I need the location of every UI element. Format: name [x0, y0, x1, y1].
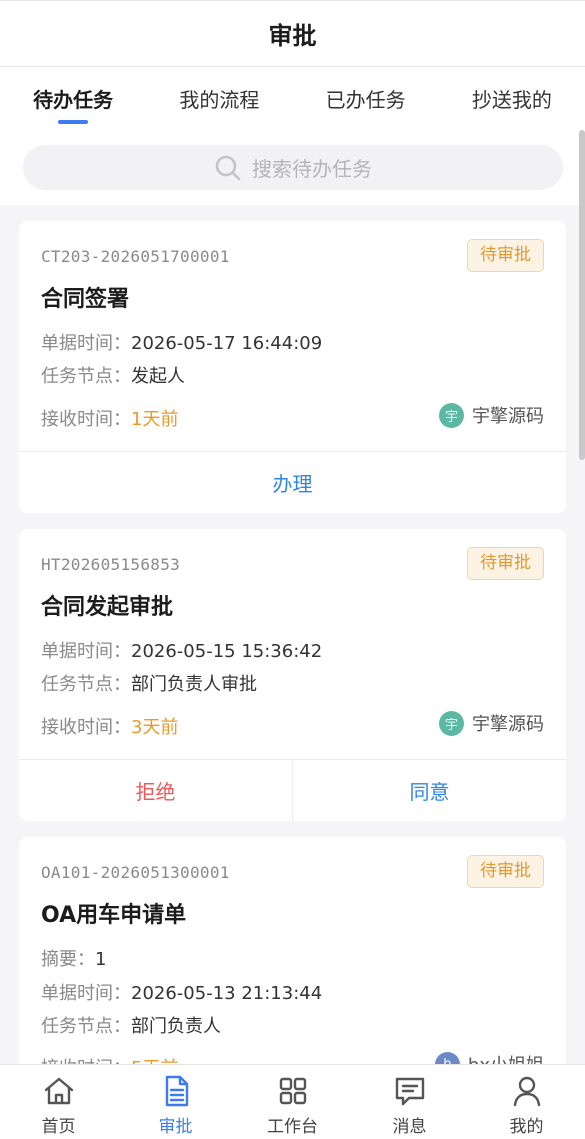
task-card[interactable]: OA101-2026051300001 待审批 OA用车申请单 摘要：1 单据时…	[19, 837, 566, 1097]
search-area: 搜索待办任务	[0, 129, 585, 205]
field-row: 摘要：1	[41, 945, 106, 971]
field-label: 任务节点：	[41, 674, 131, 695]
tab-my-processes[interactable]: 我的流程	[173, 67, 265, 129]
task-user: 宇 宇擎源码	[439, 402, 544, 428]
handle-button[interactable]: 办理	[19, 452, 566, 513]
page-title: 审批	[268, 22, 317, 50]
received-time-row: 接收时间：3天前	[41, 713, 178, 739]
field-label: 单据时间：	[41, 641, 131, 662]
tab-label: 我的流程	[179, 88, 260, 112]
approve-button[interactable]: 同意	[293, 760, 566, 821]
reject-button[interactable]: 拒绝	[19, 760, 293, 821]
field-row: 任务节点：发起人	[41, 362, 185, 388]
tab-label: 已办任务	[325, 88, 406, 112]
grid-icon	[279, 1077, 306, 1105]
nav-label: 我的	[509, 1117, 544, 1137]
nav-home[interactable]: 首页	[0, 1065, 117, 1139]
nav-approval[interactable]: 审批	[117, 1065, 234, 1139]
nav-label: 工作台	[267, 1117, 318, 1137]
field-value: 2026-05-13 21:13:44	[131, 983, 323, 1004]
nav-workbench[interactable]: 工作台	[234, 1065, 351, 1139]
task-user: 宇 宇擎源码	[439, 710, 544, 736]
task-title: 合同发起审批	[41, 595, 174, 620]
task-title: OA用车申请单	[41, 903, 187, 928]
nav-label: 审批	[158, 1117, 193, 1137]
field-row: 任务节点：部门负责人审批	[41, 670, 257, 696]
avatar: 宇	[439, 402, 464, 428]
status-badge: 待审批	[467, 239, 544, 272]
tab-pending-tasks[interactable]: 待办任务	[27, 67, 119, 129]
user-name: 宇擎源码	[472, 714, 544, 735]
field-row: 单据时间：2026-05-13 21:13:44	[41, 979, 322, 1005]
status-badge: 待审批	[467, 855, 544, 888]
status-badge: 待审批	[467, 547, 544, 580]
field-label: 接收时间：	[41, 409, 131, 430]
received-time-value: 3天前	[131, 717, 179, 738]
field-label: 任务节点：	[41, 1016, 131, 1037]
card-actions: 拒绝 同意	[19, 760, 566, 821]
card-actions: 办理	[19, 452, 566, 513]
field-row: 任务节点：部门负责人	[41, 1012, 221, 1038]
bottom-nav: 首页 审批 工作台 消息 我的	[0, 1064, 585, 1139]
avatar: 宇	[439, 710, 464, 736]
nav-label: 消息	[392, 1117, 427, 1137]
field-value: 部门负责人审批	[131, 674, 257, 695]
task-card[interactable]: HT202605156853 待审批 合同发起审批 单据时间：2026-05-1…	[19, 529, 566, 821]
field-label: 接收时间：	[41, 717, 131, 738]
search-placeholder: 搜索待办任务	[252, 157, 372, 181]
task-code: OA101-2026051300001	[41, 863, 230, 882]
field-value: 2026-05-17 16:44:09	[131, 333, 323, 354]
tab-cc-to-me[interactable]: 抄送我的	[466, 67, 558, 129]
user-name: 宇擎源码	[472, 406, 544, 427]
task-card[interactable]: CT203-2026051700001 待审批 合同签署 单据时间：2026-0…	[19, 221, 566, 513]
user-icon	[513, 1076, 540, 1107]
task-code: HT202605156853	[41, 555, 181, 574]
field-value: 2026-05-15 15:36:42	[131, 641, 323, 662]
field-row: 单据时间：2026-05-17 16:44:09	[41, 329, 322, 355]
field-value: 1	[95, 949, 107, 970]
nav-messages[interactable]: 消息	[351, 1065, 468, 1139]
nav-label: 首页	[41, 1117, 76, 1137]
task-code: CT203-2026051700001	[41, 247, 230, 266]
field-label: 单据时间：	[41, 983, 131, 1004]
tab-completed-tasks[interactable]: 已办任务	[320, 67, 412, 129]
top-bar: 审批	[0, 0, 585, 67]
document-icon	[165, 1075, 188, 1107]
field-value: 部门负责人	[131, 1016, 221, 1037]
active-tab-indicator	[58, 120, 89, 124]
field-value: 发起人	[131, 366, 185, 387]
field-label: 摘要：	[41, 949, 95, 970]
search-input[interactable]: 搜索待办任务	[23, 145, 563, 190]
tab-label: 待办任务	[33, 88, 114, 112]
home-icon	[44, 1077, 73, 1105]
message-icon	[395, 1077, 424, 1106]
task-title: 合同签署	[41, 287, 130, 312]
field-label: 任务节点：	[41, 366, 131, 387]
received-time-value: 1天前	[131, 409, 179, 430]
tab-label: 抄送我的	[471, 88, 552, 112]
tab-bar: 待办任务 我的流程 已办任务 抄送我的	[0, 67, 585, 129]
field-row: 单据时间：2026-05-15 15:36:42	[41, 637, 322, 663]
search-icon	[215, 155, 241, 180]
field-label: 单据时间：	[41, 333, 131, 354]
scrollbar[interactable]	[579, 130, 585, 460]
nav-profile[interactable]: 我的	[468, 1065, 585, 1139]
received-time-row: 接收时间：1天前	[41, 405, 178, 431]
